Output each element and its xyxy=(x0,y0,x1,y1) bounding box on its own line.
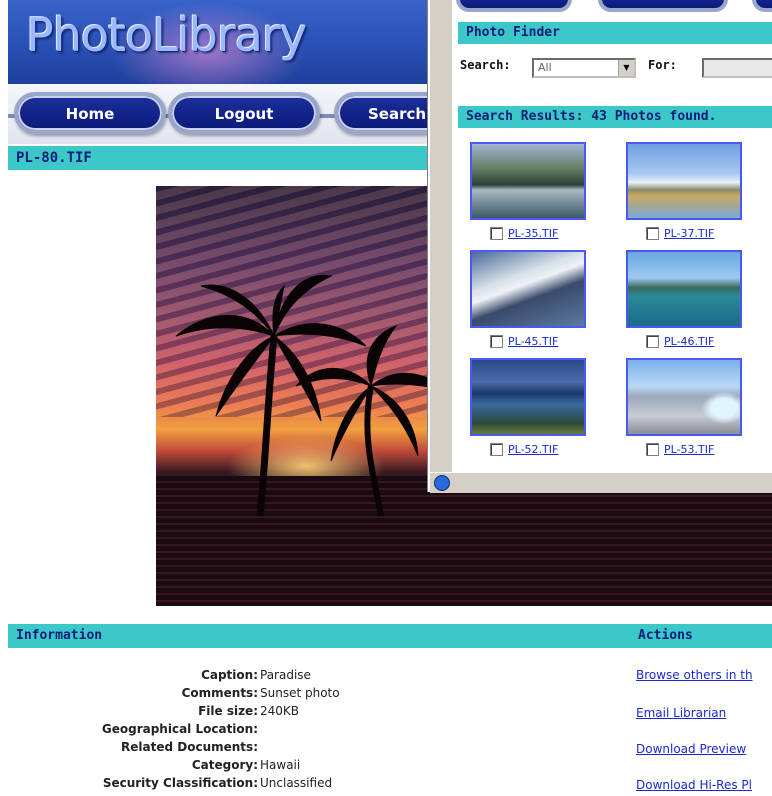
info-table: Caption: Paradise Comments: Sunset photo… xyxy=(0,668,560,794)
result-link-pl-45[interactable]: PL-45.TIF xyxy=(508,335,558,348)
result-link-pl-46[interactable]: PL-46.TIF xyxy=(664,335,714,348)
download-hires-link[interactable]: Download Hi-Res Pl xyxy=(636,778,752,792)
logout-button[interactable]: Logout xyxy=(168,92,320,134)
thumbnail-pl-45[interactable] xyxy=(470,250,586,328)
thumbnail-pl-46[interactable] xyxy=(626,250,742,328)
result-link-pl-52[interactable]: PL-52.TIF xyxy=(508,443,558,456)
popup-nav-button-3[interactable] xyxy=(752,0,772,12)
search-category-select[interactable]: All ▼ xyxy=(532,58,636,78)
browser-globe-icon xyxy=(434,475,450,491)
result-link-pl-53[interactable]: PL-53.TIF xyxy=(664,443,714,456)
search-category-value: All xyxy=(538,61,552,74)
thumbnail-pl-53[interactable] xyxy=(626,358,742,436)
info-row-comments: Comments: Sunset photo xyxy=(0,686,560,704)
caption-value: Paradise xyxy=(260,668,311,682)
select-checkbox-pl-35[interactable] xyxy=(490,227,503,240)
actions-heading: Actions xyxy=(638,628,693,643)
popup-nav-button-2[interactable] xyxy=(598,0,728,12)
comments-value: Sunset photo xyxy=(260,686,340,700)
thumbnail-pl-52[interactable] xyxy=(470,358,586,436)
browse-others-link[interactable]: Browse others in th xyxy=(636,668,753,682)
security-label: Security Classification: xyxy=(102,776,258,790)
select-checkbox-pl-37[interactable] xyxy=(646,227,659,240)
select-checkbox-pl-45[interactable] xyxy=(490,335,503,348)
info-row-caption: Caption: Paradise xyxy=(0,668,560,686)
window-status-bar xyxy=(430,472,772,493)
security-value: Unclassified xyxy=(260,776,333,790)
location-label: Geographical Location: xyxy=(101,722,258,736)
result-link-pl-35[interactable]: PL-35.TIF xyxy=(508,227,558,240)
photo-title-bar: PL-80.TIF xyxy=(8,146,438,170)
home-button[interactable]: Home xyxy=(14,92,166,134)
info-row-security: Security Classification: Unclassified xyxy=(0,776,560,794)
app-logo: PhotoLibrary xyxy=(26,8,307,62)
download-preview-link[interactable]: Download Preview xyxy=(636,742,746,756)
comments-label: Comments: xyxy=(181,686,258,700)
select-checkbox-pl-53[interactable] xyxy=(646,443,659,456)
search-label: Search: xyxy=(460,58,511,72)
thumbnail-pl-37[interactable] xyxy=(626,142,742,220)
filesize-label: File size: xyxy=(198,704,258,718)
information-heading: Information xyxy=(16,628,103,643)
popup-nav-button-1[interactable] xyxy=(456,0,572,12)
info-row-category: Category: Hawaii xyxy=(0,758,560,776)
select-checkbox-pl-46[interactable] xyxy=(646,335,659,348)
photo-filename: PL-80.TIF xyxy=(16,150,92,166)
email-librarian-link[interactable]: Email Librarian xyxy=(636,706,726,720)
for-label: For: xyxy=(648,58,677,72)
info-row-location: Geographical Location: xyxy=(0,722,560,740)
category-value: Hawaii xyxy=(260,758,301,772)
filesize-value: 240KB xyxy=(260,704,300,718)
thumbnail-pl-35[interactable] xyxy=(470,142,586,220)
caption-label: Caption: xyxy=(201,668,258,682)
category-label: Category: xyxy=(191,758,258,772)
related-label: Related Documents: xyxy=(121,740,258,754)
result-link-pl-37[interactable]: PL-37.TIF xyxy=(664,227,714,240)
search-for-input[interactable] xyxy=(702,58,772,78)
search-results-header: Search Results: 43 Photos found. xyxy=(458,106,772,128)
photo-finder-window: Photo Finder Search: All ▼ For: Search R… xyxy=(428,0,772,493)
info-row-related: Related Documents: xyxy=(0,740,560,758)
info-header-bar: Information Actions xyxy=(8,624,772,648)
info-row-filesize: File size: 240KB xyxy=(0,704,560,722)
header-banner: PhotoLibrary xyxy=(8,0,434,84)
select-checkbox-pl-52[interactable] xyxy=(490,443,503,456)
photo-finder-header: Photo Finder xyxy=(458,22,772,44)
chevron-down-icon: ▼ xyxy=(618,60,634,76)
photo-finder-content: Photo Finder Search: All ▼ For: Search R… xyxy=(452,0,772,472)
